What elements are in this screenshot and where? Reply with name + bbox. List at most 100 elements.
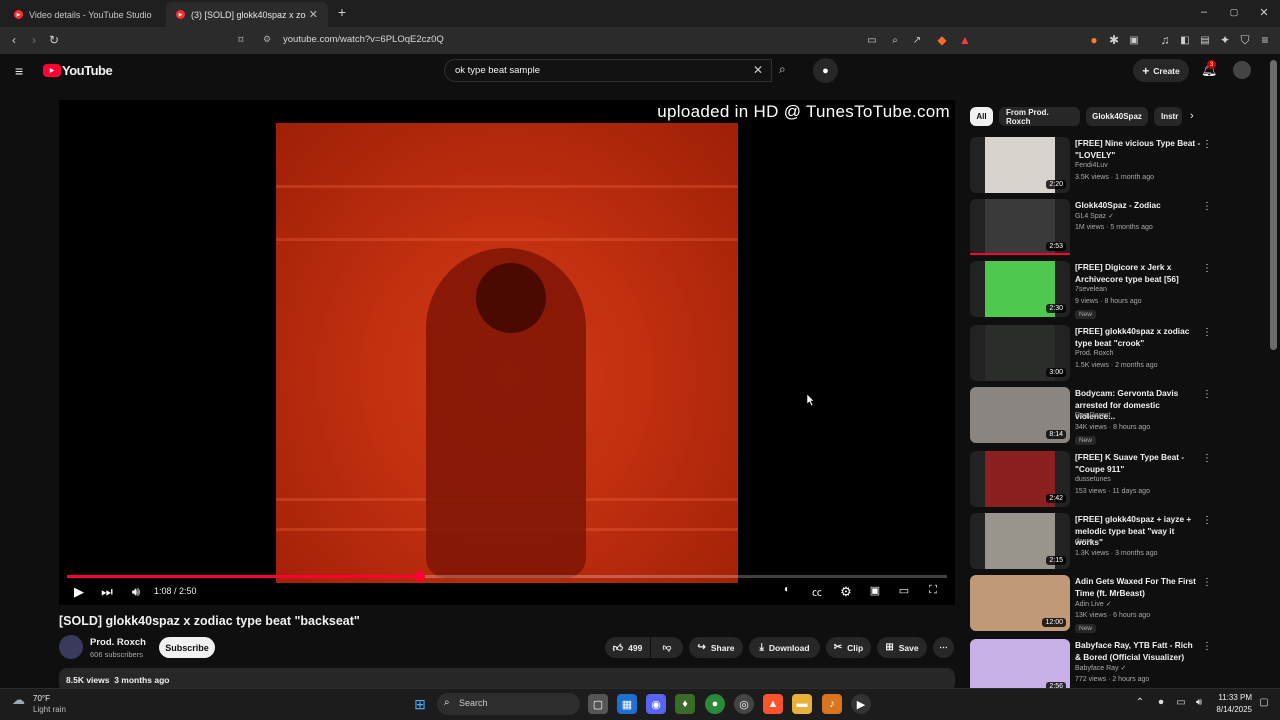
windows-start-icon[interactable]: ⊞ — [410, 694, 430, 714]
video-thumbnail[interactable]: 2:30 — [970, 261, 1070, 317]
app-icon[interactable]: ♦ — [675, 694, 695, 714]
volume-icon[interactable]: 🔊︎ — [126, 584, 146, 600]
more-vertical-icon[interactable]: ⋮ — [1202, 139, 1212, 150]
menu-icon[interactable]: ≡ — [1257, 33, 1273, 48]
bookmark-icon[interactable]: ⌑ — [233, 33, 249, 48]
recommendation-title[interactable]: Adin Gets Waxed For The First Time (ft. … — [1075, 576, 1201, 599]
next-icon[interactable]: ⏭︎ — [97, 584, 117, 600]
media-player-icon[interactable]: ▶ — [851, 694, 871, 714]
video-thumbnail[interactable]: 2:15 — [970, 513, 1070, 569]
more-vertical-icon[interactable]: ⋮ — [1202, 201, 1212, 212]
discord-icon[interactable]: ◉ — [646, 694, 666, 714]
file-explorer-icon[interactable]: ▬ — [792, 694, 812, 714]
close-tab-icon[interactable]: ✕ — [309, 8, 318, 21]
clip-button[interactable]: ✂ Clip — [826, 637, 871, 658]
recommendation-channel[interactable]: Fendi4Luv — [1075, 162, 1108, 169]
hamburger-menu-icon[interactable]: ≡ — [15, 63, 23, 79]
page-scrollbar[interactable] — [1270, 60, 1277, 350]
recommendation-title[interactable]: [FREE] Digicore x Jerk x Archivecore typ… — [1075, 262, 1201, 285]
scrubber-handle[interactable] — [414, 571, 425, 582]
recommendation-title[interactable]: [FREE] K Suave Type Beat - "Coupe 911" — [1075, 452, 1201, 475]
recommendation-title[interactable]: [FREE] Nine vicious Type Beat - "LOVELY" — [1075, 138, 1201, 161]
browser-tab-watch[interactable]: ▶ (3) [SOLD] glokk40spaz x zodiac ✕ — [166, 2, 328, 27]
like-button[interactable]: 👍︎ 499 — [605, 637, 650, 658]
more-vertical-icon[interactable]: ⋮ — [1202, 577, 1212, 588]
video-thumbnail[interactable]: 3:00 — [970, 325, 1070, 381]
recommendation-item[interactable]: 12:00 Adin Gets Waxed For The First Time … — [970, 575, 1215, 635]
chip-glokk40spaz[interactable]: Glokk40Spaz — [1086, 107, 1148, 126]
wallet-icon[interactable]: ▤ — [1197, 33, 1213, 48]
cast-icon[interactable]: ▭ — [864, 33, 880, 48]
search-button[interactable]: ⌕ — [772, 59, 799, 82]
recommendation-channel[interactable]: Raq Rarest — [1075, 412, 1110, 419]
recommendation-channel[interactable]: Adin Live ✓ — [1075, 600, 1112, 608]
more-vertical-icon[interactable]: ⋮ — [1202, 263, 1212, 274]
more-vertical-icon[interactable]: ⋮ — [1202, 453, 1212, 464]
recommendation-item[interactable]: 2:42 [FREE] K Suave Type Beat - "Coupe 91… — [970, 451, 1215, 511]
maximize-button[interactable]: ▢ — [1227, 7, 1241, 18]
recommendation-channel[interactable]: 7sevelean — [1075, 286, 1107, 293]
reload-icon[interactable]: ↻ — [46, 33, 62, 48]
zoom-icon[interactable]: ⌕ — [887, 33, 903, 48]
video-thumbnail[interactable]: 2:20 — [970, 137, 1070, 193]
notification-center-icon[interactable]: ▢ — [1257, 697, 1271, 708]
chevron-right-icon[interactable]: › — [1190, 110, 1194, 122]
microphone-tray-icon[interactable]: ⏺ — [1154, 697, 1168, 708]
progress-bar[interactable] — [67, 571, 947, 582]
brave-browser-icon[interactable]: ▲ — [763, 694, 783, 714]
vpn-icon[interactable]: ⛉ — [1237, 33, 1253, 48]
media-icon[interactable]: ♫ — [1157, 33, 1173, 48]
chip-instrumental[interactable]: Instr — [1154, 107, 1182, 126]
clear-search-icon[interactable]: ✕ — [753, 63, 763, 77]
recommendation-channel[interactable]: Babyface Ray ✓ — [1075, 664, 1126, 672]
download-button[interactable]: ⤓ Download — [749, 637, 820, 658]
extension-orange-icon[interactable]: ● — [1086, 33, 1102, 48]
video-thumbnail[interactable]: 2:56 — [970, 639, 1070, 695]
recommendation-channel[interactable]: Prod. Roxch — [1075, 350, 1114, 357]
recommendation-item[interactable]: 3:00 [FREE] glokk40spaz x zodiac type bea… — [970, 325, 1215, 385]
search-input[interactable]: ok type beat sample ✕ — [444, 59, 772, 82]
forward-icon[interactable]: › — [26, 33, 42, 48]
chrome-icon[interactable]: ● — [705, 694, 725, 714]
fullscreen-icon[interactable]: ⛶ — [923, 584, 943, 597]
autoplay-toggle-icon[interactable]: ◐ — [777, 584, 797, 595]
captions-icon[interactable]: ㏄ — [807, 584, 827, 599]
share-button[interactable]: ↪ Share — [689, 637, 743, 658]
leo-ai-icon[interactable]: ✦ — [1217, 33, 1233, 48]
video-player[interactable]: uploaded in HD @ TunesToTube.com ▶ ⏭︎ 🔊︎… — [59, 100, 955, 605]
close-window-button[interactable]: ✕ — [1257, 6, 1271, 19]
fl-studio-icon[interactable]: ♪ — [822, 694, 842, 714]
channel-name[interactable]: Prod. Roxch — [90, 637, 146, 648]
chip-from-channel[interactable]: From Prod. Roxch — [999, 107, 1080, 126]
minimize-button[interactable]: – — [1197, 6, 1211, 18]
video-thumbnail[interactable]: 2:42 — [970, 451, 1070, 507]
save-button[interactable]: ⊞ Save — [877, 637, 927, 658]
dislike-button[interactable]: 👎︎ — [651, 637, 683, 658]
recommendation-title[interactable]: Babyface Ray, YTB Fatt - Rich & Bored (O… — [1075, 640, 1201, 663]
site-info-icon[interactable]: ⚙ — [263, 34, 271, 45]
more-vertical-icon[interactable]: ⋮ — [1202, 515, 1212, 526]
browser-tab-studio[interactable]: ▶ Video details - YouTube Studio — [4, 2, 164, 27]
recommendation-channel[interactable]: GL4 Spaz ✓ — [1075, 212, 1114, 220]
recommendation-item[interactable]: 8:14 Bodycam: Gervonta Davis arrested for… — [970, 387, 1215, 447]
channel-avatar[interactable] — [59, 635, 83, 659]
subscribe-button[interactable]: Subscribe — [159, 637, 215, 658]
back-icon[interactable]: ‹ — [6, 33, 22, 48]
more-vertical-icon[interactable]: ⋮ — [1202, 641, 1212, 652]
tray-chevron-up-icon[interactable]: ⌃ — [1133, 697, 1147, 708]
obs-icon[interactable]: ◎ — [734, 694, 754, 714]
miniplayer-icon[interactable]: ▣ — [865, 584, 885, 597]
clock-time[interactable]: 11:33 PM — [1212, 693, 1252, 702]
youtube-logo-text[interactable]: YouTube — [62, 63, 113, 78]
video-thumbnail[interactable]: 12:00 — [970, 575, 1070, 631]
share-page-icon[interactable]: ↗ — [909, 33, 925, 48]
recommendation-channel[interactable]: dussetunes — [1075, 476, 1111, 483]
more-vertical-icon[interactable]: ⋮ — [1202, 327, 1212, 338]
play-icon[interactable]: ▶ — [69, 584, 89, 600]
store-icon[interactable]: ▦ — [617, 694, 637, 714]
recommendation-title[interactable]: [FREE] glokk40spaz + iayze + melodic typ… — [1075, 514, 1201, 549]
recommendation-item[interactable]: 2:53 Glokk40Spaz - Zodiac GL4 Spaz ✓ 1M vie… — [970, 199, 1215, 259]
weather-temp[interactable]: 70°F — [33, 694, 50, 703]
new-tab-button[interactable]: + — [335, 4, 349, 20]
more-vertical-icon[interactable]: ⋮ — [1202, 389, 1212, 400]
